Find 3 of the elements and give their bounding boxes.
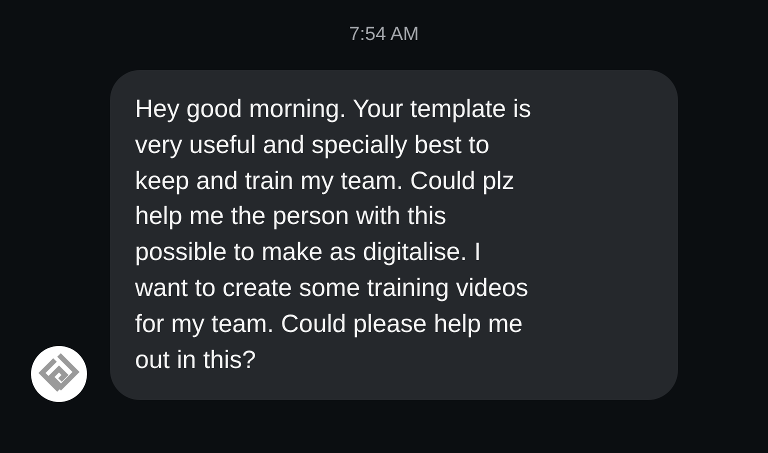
avatar-icon [31, 346, 87, 402]
timestamp: 7:54 AM [349, 24, 419, 46]
message-text: Hey good morning. Your template is very useful and specially best to keep and train my team. Could plz help me the person with this possible to make as digitalise. I want to create some training videos for my team. Could please help me out in this? [135, 94, 532, 376]
